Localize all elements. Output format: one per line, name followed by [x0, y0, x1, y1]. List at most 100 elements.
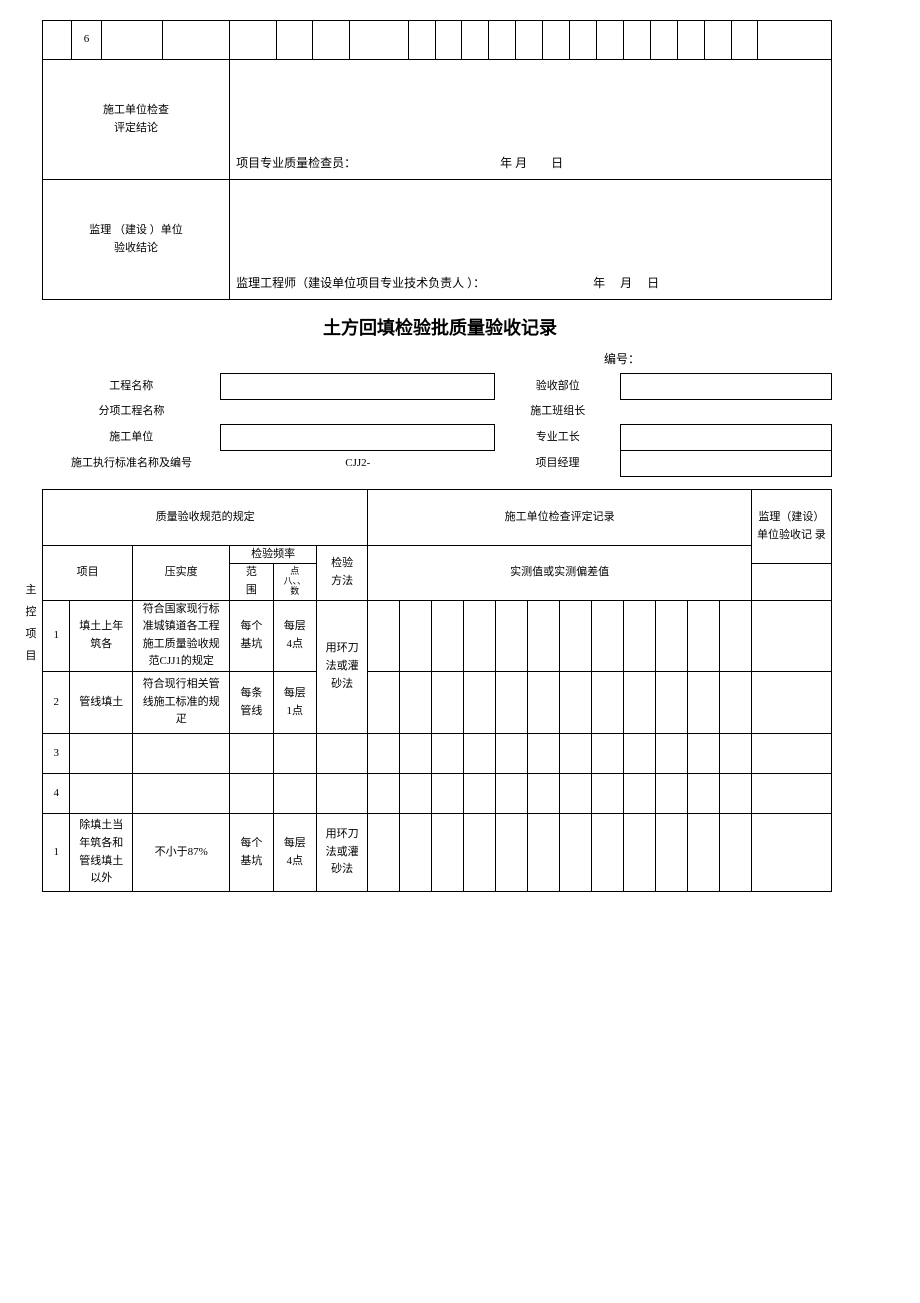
cell[interactable]	[464, 774, 496, 814]
cell[interactable]	[432, 814, 464, 892]
cell[interactable]	[496, 600, 528, 671]
accept-part-value[interactable]	[621, 374, 832, 400]
cell[interactable]	[368, 600, 400, 671]
cell[interactable]	[496, 672, 528, 734]
cell[interactable]	[560, 600, 592, 671]
cell[interactable]	[432, 774, 464, 814]
cell[interactable]	[655, 672, 687, 734]
cell[interactable]	[400, 672, 432, 734]
subitem-name-value[interactable]	[221, 399, 495, 425]
cell[interactable]	[560, 814, 592, 892]
cell[interactable]	[528, 734, 560, 774]
record-header: 施工单位检查评定记录	[368, 489, 751, 545]
measured-header: 实测值或实测偏差值	[368, 545, 751, 600]
cell[interactable]	[592, 600, 624, 671]
row-a2-compaction: 符合现行相关管 线施工标准的规 疋	[133, 672, 230, 734]
project-name-label: 工程名称	[42, 374, 221, 400]
cell[interactable]	[624, 672, 656, 734]
cell[interactable]	[432, 600, 464, 671]
scope-header: 范 围	[230, 564, 273, 600]
row-a1-points: 每层 4点	[273, 600, 316, 671]
cell[interactable]	[400, 600, 432, 671]
row-a2-num: 2	[43, 672, 70, 734]
cell[interactable]	[560, 672, 592, 734]
sup-cell[interactable]	[751, 734, 831, 774]
row-a1-num: 1	[43, 600, 70, 671]
cell[interactable]	[368, 814, 400, 892]
cell[interactable]	[719, 734, 751, 774]
foreman-value[interactable]	[621, 425, 832, 451]
method-header: 检验 方法	[316, 545, 367, 600]
row-b1-num: 1	[43, 814, 70, 892]
team-leader-label: 施工班组长	[495, 399, 621, 425]
sup-cell[interactable]	[751, 672, 831, 734]
row-a4-num: 4	[43, 774, 70, 814]
cell[interactable]	[528, 774, 560, 814]
cell[interactable]	[624, 734, 656, 774]
cell[interactable]	[655, 600, 687, 671]
cell[interactable]	[592, 734, 624, 774]
cell[interactable]	[687, 814, 719, 892]
cell[interactable]	[528, 600, 560, 671]
cell[interactable]	[528, 814, 560, 892]
top-table: 6 施工单位检查 评定结论 项目专业质量检查员： 年 月 日 监理 （建设 ）单…	[42, 20, 832, 300]
sup-cell[interactable]	[751, 774, 831, 814]
row-a1-compaction: 符合国家现行标 准城镇道各工程 施工质量验收规 范CJJ1的规定	[133, 600, 230, 671]
cell[interactable]	[655, 814, 687, 892]
cell[interactable]	[464, 672, 496, 734]
cell[interactable]	[719, 774, 751, 814]
standard-value[interactable]: CJJ2-	[221, 450, 495, 476]
cell[interactable]	[655, 774, 687, 814]
engineer-sign-line[interactable]: 监理工程师（建设单位项目专业技术负责人 ）： 年 月 日	[230, 180, 832, 300]
row-b1-scope: 每个 基坑	[230, 814, 273, 892]
cell[interactable]	[528, 672, 560, 734]
cell[interactable]	[624, 814, 656, 892]
spec-header: 质量验收规范的规定	[43, 489, 368, 545]
cell[interactable]	[368, 734, 400, 774]
cell[interactable]	[432, 672, 464, 734]
info-table: 工程名称 验收部位 分项工程名称 施工班组长 施工单位 专业工长 施工执行标准名…	[42, 373, 832, 477]
cell[interactable]	[400, 814, 432, 892]
cell[interactable]	[624, 600, 656, 671]
row-a12-method: 用环刀 法或灌 砂法	[316, 600, 367, 733]
cell[interactable]	[560, 774, 592, 814]
supervision-header: 监理（建设） 单位验收记 录	[751, 489, 831, 564]
cell[interactable]	[368, 774, 400, 814]
cell[interactable]	[592, 814, 624, 892]
cell[interactable]	[400, 774, 432, 814]
row-a2-item: 管线填土	[70, 672, 133, 734]
inspector-sign-line[interactable]: 项目专业质量检查员： 年 月 日	[230, 60, 832, 180]
cell[interactable]	[464, 734, 496, 774]
cell[interactable]	[560, 734, 592, 774]
cell[interactable]	[400, 734, 432, 774]
cell[interactable]	[687, 734, 719, 774]
cell[interactable]	[719, 814, 751, 892]
row-b1-compaction: 不小于87%	[133, 814, 230, 892]
sup-cell[interactable]	[751, 600, 831, 671]
cell[interactable]	[368, 672, 400, 734]
cell[interactable]	[719, 600, 751, 671]
cell[interactable]	[719, 672, 751, 734]
project-name-value[interactable]	[221, 374, 495, 400]
cell[interactable]	[624, 774, 656, 814]
pm-label: 项目经理	[495, 450, 621, 476]
construction-unit-value[interactable]	[221, 425, 495, 451]
cell[interactable]	[496, 814, 528, 892]
cell[interactable]	[655, 734, 687, 774]
doc-title: 土方回填检验批质量验收记录	[20, 314, 860, 340]
subitem-name-label: 分项工程名称	[42, 399, 221, 425]
cell[interactable]	[592, 774, 624, 814]
row-a2-points: 每层 1点	[273, 672, 316, 734]
cell[interactable]	[464, 814, 496, 892]
cell[interactable]	[687, 774, 719, 814]
team-leader-value[interactable]	[621, 399, 832, 425]
cell[interactable]	[687, 672, 719, 734]
cell[interactable]	[496, 774, 528, 814]
cell[interactable]	[687, 600, 719, 671]
cell[interactable]	[592, 672, 624, 734]
cell[interactable]	[432, 734, 464, 774]
cell[interactable]	[464, 600, 496, 671]
cell[interactable]	[496, 734, 528, 774]
pm-value[interactable]	[621, 450, 832, 476]
sup-cell[interactable]	[751, 814, 831, 892]
